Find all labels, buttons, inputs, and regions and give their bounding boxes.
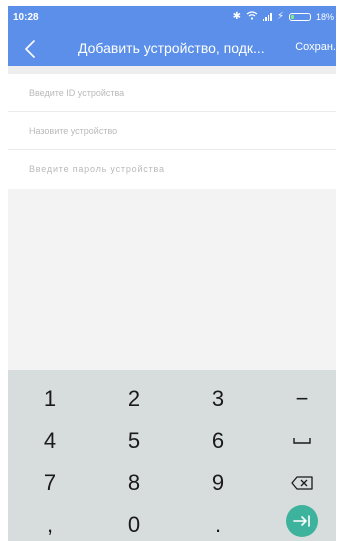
device-id-input[interactable]	[29, 87, 289, 98]
wifi-icon	[246, 11, 258, 22]
key-dot[interactable]: .	[188, 506, 248, 541]
space-icon	[293, 438, 311, 444]
key-2[interactable]: 2	[104, 380, 164, 418]
chevron-left-icon	[25, 40, 35, 58]
form-top-divider	[8, 66, 336, 74]
signal-icon	[262, 12, 272, 21]
enter-key-circle	[286, 505, 318, 537]
charging-icon: ⚡	[276, 11, 284, 22]
empty-content-area	[8, 189, 336, 370]
key-4[interactable]: 4	[20, 422, 80, 460]
key-5[interactable]: 5	[104, 422, 164, 460]
key-enter[interactable]	[272, 502, 332, 540]
battery-icon	[288, 12, 311, 21]
key-0[interactable]: 0	[104, 506, 164, 541]
key-9[interactable]: 9	[188, 464, 248, 502]
app-bar: Добавить устройство, подк... Сохран.	[8, 30, 336, 66]
status-time: 10:28	[13, 12, 39, 23]
tab-arrow-icon	[293, 515, 310, 527]
key-8[interactable]: 8	[104, 464, 164, 502]
key-6[interactable]: 6	[188, 422, 248, 460]
status-icons: ✱ ⚡ 18%	[233, 11, 334, 22]
status-bar: 10:28 ✱ ⚡ 18%	[8, 6, 336, 30]
backspace-icon	[291, 476, 313, 490]
device-name-row	[8, 112, 336, 150]
key-7[interactable]: 7	[20, 464, 80, 502]
key-1[interactable]: 1	[20, 380, 80, 418]
key-comma[interactable]: ,	[20, 506, 80, 541]
device-password-row	[8, 150, 336, 188]
key-minus[interactable]: −	[272, 380, 332, 418]
key-3[interactable]: 3	[188, 380, 248, 418]
page-title: Добавить устройство, подк...	[78, 40, 265, 56]
battery-percent: 18%	[315, 11, 334, 22]
numeric-keyboard: 1 2 3 − 4 5 6 7 8 9 , 0 .	[8, 370, 336, 541]
screen: 10:28 ✱ ⚡ 18% Добавить устройство, подк.…	[0, 0, 340, 541]
bluetooth-icon: ✱	[232, 11, 241, 22]
save-button[interactable]: Сохран.	[295, 41, 336, 53]
device-form	[8, 74, 336, 188]
device-password-input[interactable]	[29, 164, 289, 174]
device-name-input[interactable]	[29, 125, 289, 136]
back-button[interactable]	[18, 37, 42, 61]
device-id-row	[8, 74, 336, 112]
key-backspace[interactable]	[272, 464, 332, 502]
key-space[interactable]	[272, 422, 332, 460]
